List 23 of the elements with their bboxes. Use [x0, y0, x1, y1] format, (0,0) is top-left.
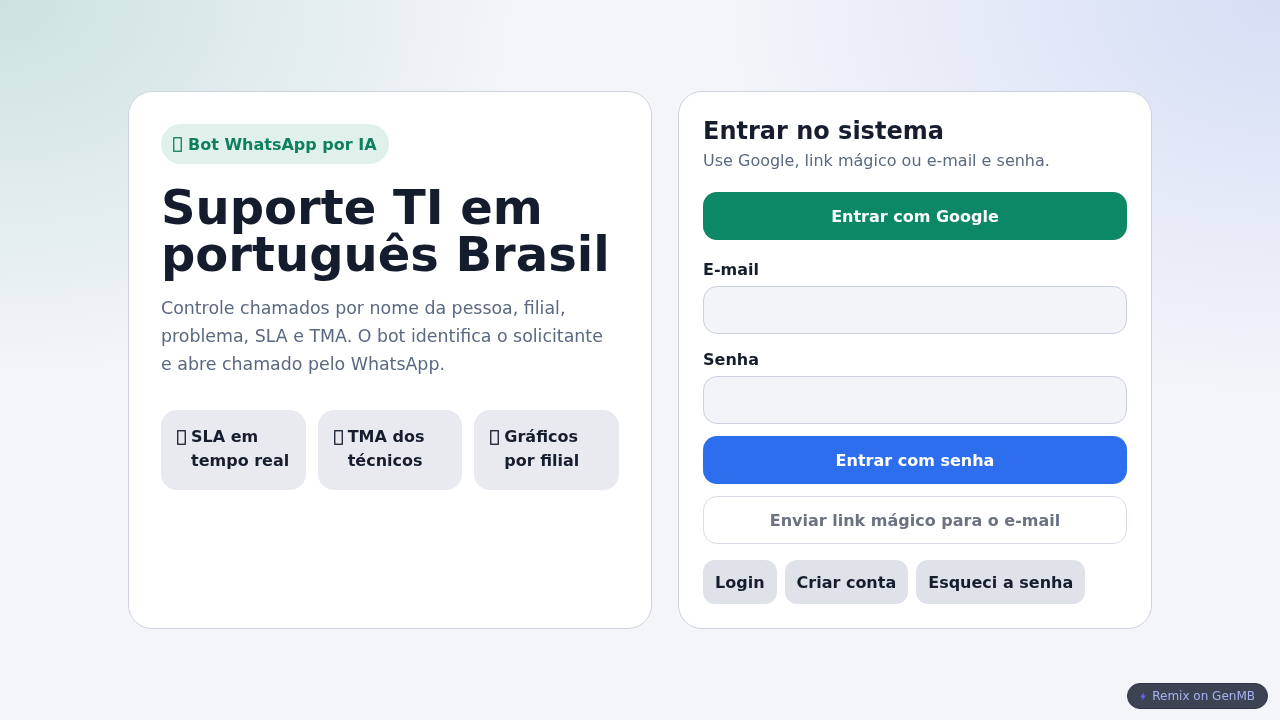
auth-mode-button[interactable]: Esqueci a senha — [916, 560, 1086, 604]
lightning-icon — [1140, 691, 1147, 701]
feature-label: Gráficos por filial — [504, 426, 581, 472]
remix-link[interactable]: Remix on GenMB — [1127, 683, 1268, 709]
missing-glyph-icon — [490, 430, 500, 445]
feature-label: SLA em tempo real — [191, 426, 291, 472]
auth-mode-button[interactable]: Criar conta — [784, 560, 909, 604]
login-title: Entrar no sistema — [703, 116, 945, 146]
badge-label: Bot WhatsApp por IA — [188, 134, 377, 154]
magic-link-button[interactable]: Enviar link mágico para o e-mail — [703, 496, 1127, 544]
input-field[interactable] — [703, 376, 1127, 424]
missing-glyph-icon — [173, 136, 182, 152]
missing-glyph-icon — [177, 430, 186, 445]
field-label: E-mail — [703, 260, 760, 280]
login-subtitle: Use Google, link mágico ou e-mail e senha. — [703, 150, 1051, 172]
hero-description: Controle chamados por nome da pessoa, filial, problema, SLA e TMA. O bot identifica o solicitante e abre chamado pelo WhatsApp. — [161, 297, 604, 376]
field-label: Senha — [703, 350, 760, 370]
google-sign-in-button[interactable]: Entrar com Google — [703, 192, 1127, 240]
missing-glyph-icon — [333, 430, 343, 445]
feature-label: TMA dos técnicos — [347, 426, 426, 472]
auth-mode-button[interactable]: Login — [703, 560, 777, 604]
password-sign-in-button[interactable]: Entrar com senha — [703, 436, 1127, 484]
input-field[interactable] — [703, 286, 1127, 334]
